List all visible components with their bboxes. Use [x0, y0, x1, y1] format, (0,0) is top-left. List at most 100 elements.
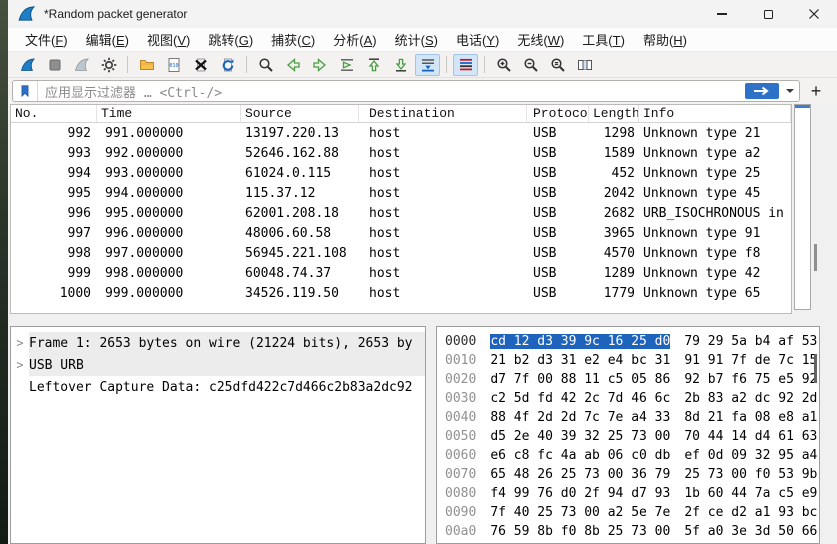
- open-file-button[interactable]: [134, 54, 159, 76]
- hex-row[interactable]: 0000cd 12 d3 39 9c 16 25 d079 29 5a b4 a…: [445, 332, 819, 351]
- display-filter-input[interactable]: 应用显示过滤器 … <Ctrl-/>: [12, 80, 800, 102]
- hex-bytes-left[interactable]: c2 5d fd 42 2c 7d 46 6c: [490, 391, 670, 406]
- menu-item-wireless[interactable]: 无线(W): [508, 28, 573, 51]
- maximize-button[interactable]: [745, 0, 791, 28]
- column-header-time[interactable]: Time: [97, 105, 241, 122]
- hex-bytes-left[interactable]: 7f 40 25 73 00 a2 5e 7e: [490, 505, 670, 520]
- close-file-button[interactable]: [188, 54, 213, 76]
- column-header-no[interactable]: No.: [11, 105, 97, 122]
- menu-item-file[interactable]: 文件(F): [16, 28, 77, 51]
- menu-item-capture[interactable]: 捕获(C): [262, 28, 324, 51]
- scrollbar-thumb[interactable]: [814, 244, 817, 271]
- menu-item-statistics[interactable]: 统计(S): [386, 28, 447, 51]
- zoom-reset-button[interactable]: [545, 54, 570, 76]
- start-capture-button[interactable]: [15, 54, 40, 76]
- colorize-button[interactable]: [453, 54, 478, 76]
- hex-row[interactable]: 0080f4 99 76 d0 2f 94 d7 931b 60 44 7a c…: [445, 484, 819, 503]
- add-filter-button[interactable]: +: [806, 80, 826, 102]
- expander-icon[interactable]: >: [11, 336, 29, 350]
- column-header-protocol[interactable]: Protocol: [527, 105, 589, 122]
- go-last-icon: [393, 57, 409, 73]
- hex-row[interactable]: 00907f 40 25 73 00 a2 5e 7e2f ce d2 a1 9…: [445, 503, 819, 522]
- hex-bytes-right[interactable]: 70 44 14 d4 61 63: [684, 429, 817, 444]
- expander-icon[interactable]: >: [11, 358, 29, 372]
- hex-row[interactable]: 0030c2 5d fd 42 2c 7d 46 6c2b 83 a2 dc 9…: [445, 389, 819, 408]
- hex-scrollbar-thumb[interactable]: [814, 354, 817, 383]
- hex-row[interactable]: 004088 4f 2d 2d 7c 7e a4 338d 21 fa 08 e…: [445, 408, 819, 427]
- column-header-length[interactable]: Length: [589, 105, 639, 122]
- capture-options-button[interactable]: [96, 54, 121, 76]
- hex-bytes-right[interactable]: 2f ce d2 a1 93 bc: [684, 505, 817, 520]
- menu-item-view[interactable]: 视图(V): [138, 28, 199, 51]
- hex-bytes-left[interactable]: d7 7f 00 88 11 c5 05 86: [490, 372, 670, 387]
- packet-row[interactable]: 993992.00000052646.162.88hostUSB1589Unkn…: [11, 143, 791, 163]
- packet-row[interactable]: 994993.00000061024.0.115hostUSB452Unknow…: [11, 163, 791, 183]
- filter-history-dropdown[interactable]: [782, 82, 797, 100]
- go-first-button[interactable]: [361, 54, 386, 76]
- hex-bytes-left[interactable]: f4 99 76 d0 2f 94 d7 93: [490, 486, 670, 501]
- titlebar: *Random packet generator: [8, 0, 837, 28]
- menu-item-edit[interactable]: 编辑(E): [77, 28, 138, 51]
- packet-row[interactable]: 997996.00000048006.60.58hostUSB3965Unkno…: [11, 223, 791, 243]
- zoom-out-button[interactable]: [518, 54, 543, 76]
- hex-bytes-right[interactable]: 5f a0 3e 3d 50 66: [684, 524, 817, 539]
- hex-bytes-right[interactable]: 8d 21 fa 08 e8 a1: [684, 410, 817, 425]
- packet-list-scrollbar[interactable]: [793, 104, 818, 314]
- hex-row[interactable]: 0050d5 2e 40 39 32 25 73 0070 44 14 d4 6…: [445, 427, 819, 446]
- go-to-packet-button[interactable]: [334, 54, 359, 76]
- detail-row[interactable]: >USB URB: [11, 354, 425, 376]
- restart-capture-button[interactable]: [69, 54, 94, 76]
- hex-row[interactable]: 0060e6 c8 fc 4a ab 06 c0 dbef 0d 09 32 9…: [445, 446, 819, 465]
- hex-bytes-right[interactable]: 2b 83 a2 dc 92 2d: [684, 391, 817, 406]
- find-packet-button[interactable]: [253, 54, 278, 76]
- pane-splitter[interactable]: [8, 314, 837, 326]
- hex-bytes-left[interactable]: 21 b2 d3 31 e2 e4 bc 31: [490, 353, 670, 368]
- detail-row[interactable]: >Frame 1: 2653 bytes on wire (21224 bits…: [11, 332, 425, 354]
- column-header-source[interactable]: Source: [241, 105, 359, 122]
- go-last-button[interactable]: [388, 54, 413, 76]
- hex-bytes-right[interactable]: 1b 60 44 7a c5 e9: [684, 486, 817, 501]
- apply-filter-button[interactable]: [745, 83, 779, 99]
- intelligent-scrollbar-minimap[interactable]: [794, 104, 811, 310]
- hex-bytes-left[interactable]: e6 c8 fc 4a ab 06 c0 db: [490, 448, 670, 463]
- menu-item-analyze[interactable]: 分析(A): [324, 28, 385, 51]
- hex-row[interactable]: 0020d7 7f 00 88 11 c5 05 8692 b7 f6 75 e…: [445, 370, 819, 389]
- menu-item-help[interactable]: 帮助(H): [634, 28, 696, 51]
- hex-bytes-left[interactable]: 65 48 26 25 73 00 36 79: [490, 467, 670, 482]
- stop-capture-button[interactable]: [42, 54, 67, 76]
- packet-row[interactable]: 992991.00000013197.220.13hostUSB1298Unkn…: [11, 123, 791, 143]
- hex-bytes-left[interactable]: d5 2e 40 39 32 25 73 00: [490, 429, 670, 444]
- detail-row[interactable]: Leftover Capture Data: c25dfd422c7d466c2…: [11, 376, 425, 398]
- hex-bytes-right[interactable]: 91 91 7f de 7c 15: [684, 353, 817, 368]
- packet-row[interactable]: 1000999.00000034526.119.50hostUSB1779Unk…: [11, 283, 791, 303]
- minimize-button[interactable]: [699, 0, 745, 28]
- go-back-button[interactable]: [280, 54, 305, 76]
- packet-row[interactable]: 995994.000000115.37.12hostUSB2042Unknown…: [11, 183, 791, 203]
- hex-row[interactable]: 00a076 59 8b f0 8b 25 73 005f a0 3e 3d 5…: [445, 522, 819, 541]
- packet-row[interactable]: 996995.00000062001.208.18hostUSB2682URB_…: [11, 203, 791, 223]
- zoom-in-button[interactable]: [491, 54, 516, 76]
- go-forward-button[interactable]: [307, 54, 332, 76]
- hex-bytes-right[interactable]: ef 0d 09 32 95 a4: [684, 448, 817, 463]
- hex-bytes-left[interactable]: cd 12 d3 39 9c 16 25 d0: [490, 334, 670, 349]
- close-button[interactable]: [791, 0, 837, 28]
- column-header-info[interactable]: Info: [639, 105, 791, 122]
- auto-scroll-button[interactable]: [415, 54, 440, 76]
- hex-row[interactable]: 007065 48 26 25 73 00 36 7925 73 00 f0 5…: [445, 465, 819, 484]
- reload-file-button[interactable]: [215, 54, 240, 76]
- hex-bytes-right[interactable]: 25 73 00 f0 53 9b: [684, 467, 817, 482]
- resize-columns-button[interactable]: [572, 54, 597, 76]
- hex-bytes-left[interactable]: 88 4f 2d 2d 7c 7e a4 33: [490, 410, 670, 425]
- menu-item-go[interactable]: 跳转(G): [199, 28, 262, 51]
- packet-row[interactable]: 999998.00000060048.74.37hostUSB1289Unkno…: [11, 263, 791, 283]
- menu-item-telephony[interactable]: 电话(Y): [447, 28, 508, 51]
- hex-bytes-right[interactable]: 79 29 5a b4 af 53: [684, 334, 817, 349]
- hex-bytes-right[interactable]: 92 b7 f6 75 e5 92: [684, 372, 817, 387]
- column-header-destination[interactable]: Destination: [359, 105, 527, 122]
- save-file-button[interactable]: 010: [161, 54, 186, 76]
- hex-row[interactable]: 001021 b2 d3 31 e2 e4 bc 3191 91 7f de 7…: [445, 351, 819, 370]
- packet-row[interactable]: 998997.00000056945.221.108hostUSB4570Unk…: [11, 243, 791, 263]
- filter-bookmark-button[interactable]: [13, 81, 38, 101]
- hex-bytes-left[interactable]: 76 59 8b f0 8b 25 73 00: [490, 524, 670, 539]
- menu-item-tools[interactable]: 工具(T): [573, 28, 634, 51]
